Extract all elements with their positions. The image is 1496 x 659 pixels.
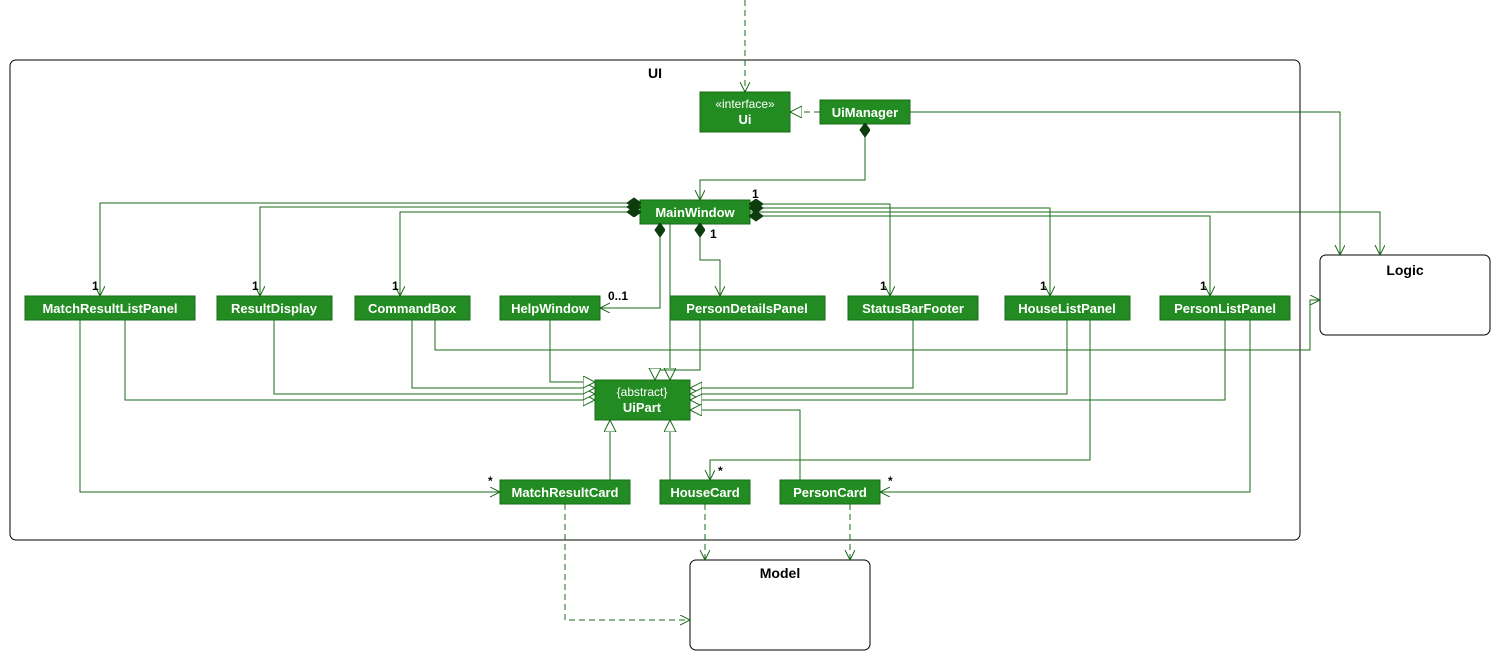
svg-text:1: 1 [710,227,717,241]
svg-text:*: * [488,474,493,488]
uml-class-diagram: UI Logic Model «interface» Ui UiManager … [0,0,1496,659]
svg-text:1: 1 [252,279,259,293]
svg-text:HouseCard: HouseCard [670,485,739,500]
class-matchresultlistpanel: MatchResultListPanel [25,296,195,320]
svg-text:1: 1 [392,279,399,293]
svg-text:MatchResultListPanel: MatchResultListPanel [42,301,177,316]
svg-text:Ui: Ui [739,112,752,127]
svg-text:{abstract}: {abstract} [617,385,668,399]
svg-text:PersonListPanel: PersonListPanel [1174,301,1276,316]
class-houselistpanel: HouseListPanel [1005,296,1130,320]
svg-text:«interface»: «interface» [715,97,775,111]
svg-text:*: * [718,464,723,478]
class-resultdisplay: ResultDisplay [217,296,332,320]
svg-text:MatchResultCard: MatchResultCard [512,485,619,500]
class-mainwindow: MainWindow [640,200,750,224]
class-statusbarfooter: StatusBarFooter [848,296,978,320]
svg-text:1: 1 [1040,279,1047,293]
class-housecard: HouseCard [660,480,750,504]
class-personlistpanel: PersonListPanel [1160,296,1290,320]
svg-text:1: 1 [880,279,887,293]
svg-text:HouseListPanel: HouseListPanel [1018,301,1116,316]
class-uipart: {abstract} UiPart [595,380,690,420]
svg-text:1: 1 [1200,279,1207,293]
class-helpwindow: HelpWindow [500,296,600,320]
svg-text:ResultDisplay: ResultDisplay [231,301,318,316]
class-persondetailspanel: PersonDetailsPanel [670,296,825,320]
svg-text:0..1: 0..1 [608,289,628,303]
package-model-label: Model [760,565,800,581]
svg-text:PersonCard: PersonCard [793,485,867,500]
svg-text:1: 1 [752,187,759,201]
svg-text:MainWindow: MainWindow [655,205,735,220]
svg-text:1: 1 [92,279,99,293]
class-personcard: PersonCard [780,480,880,504]
class-matchresultcard: MatchResultCard [500,480,630,504]
class-uimanager: UiManager [820,100,910,124]
svg-text:UiManager: UiManager [832,105,898,120]
svg-text:*: * [888,474,893,488]
svg-text:HelpWindow: HelpWindow [511,301,590,316]
svg-text:StatusBarFooter: StatusBarFooter [862,301,964,316]
class-commandbox: CommandBox [355,296,470,320]
package-logic-label: Logic [1386,262,1424,278]
svg-text:CommandBox: CommandBox [368,301,457,316]
svg-text:UiPart: UiPart [623,400,662,415]
svg-text:PersonDetailsPanel: PersonDetailsPanel [686,301,807,316]
class-ui-interface: «interface» Ui [700,92,790,132]
package-ui-label: UI [648,65,662,81]
